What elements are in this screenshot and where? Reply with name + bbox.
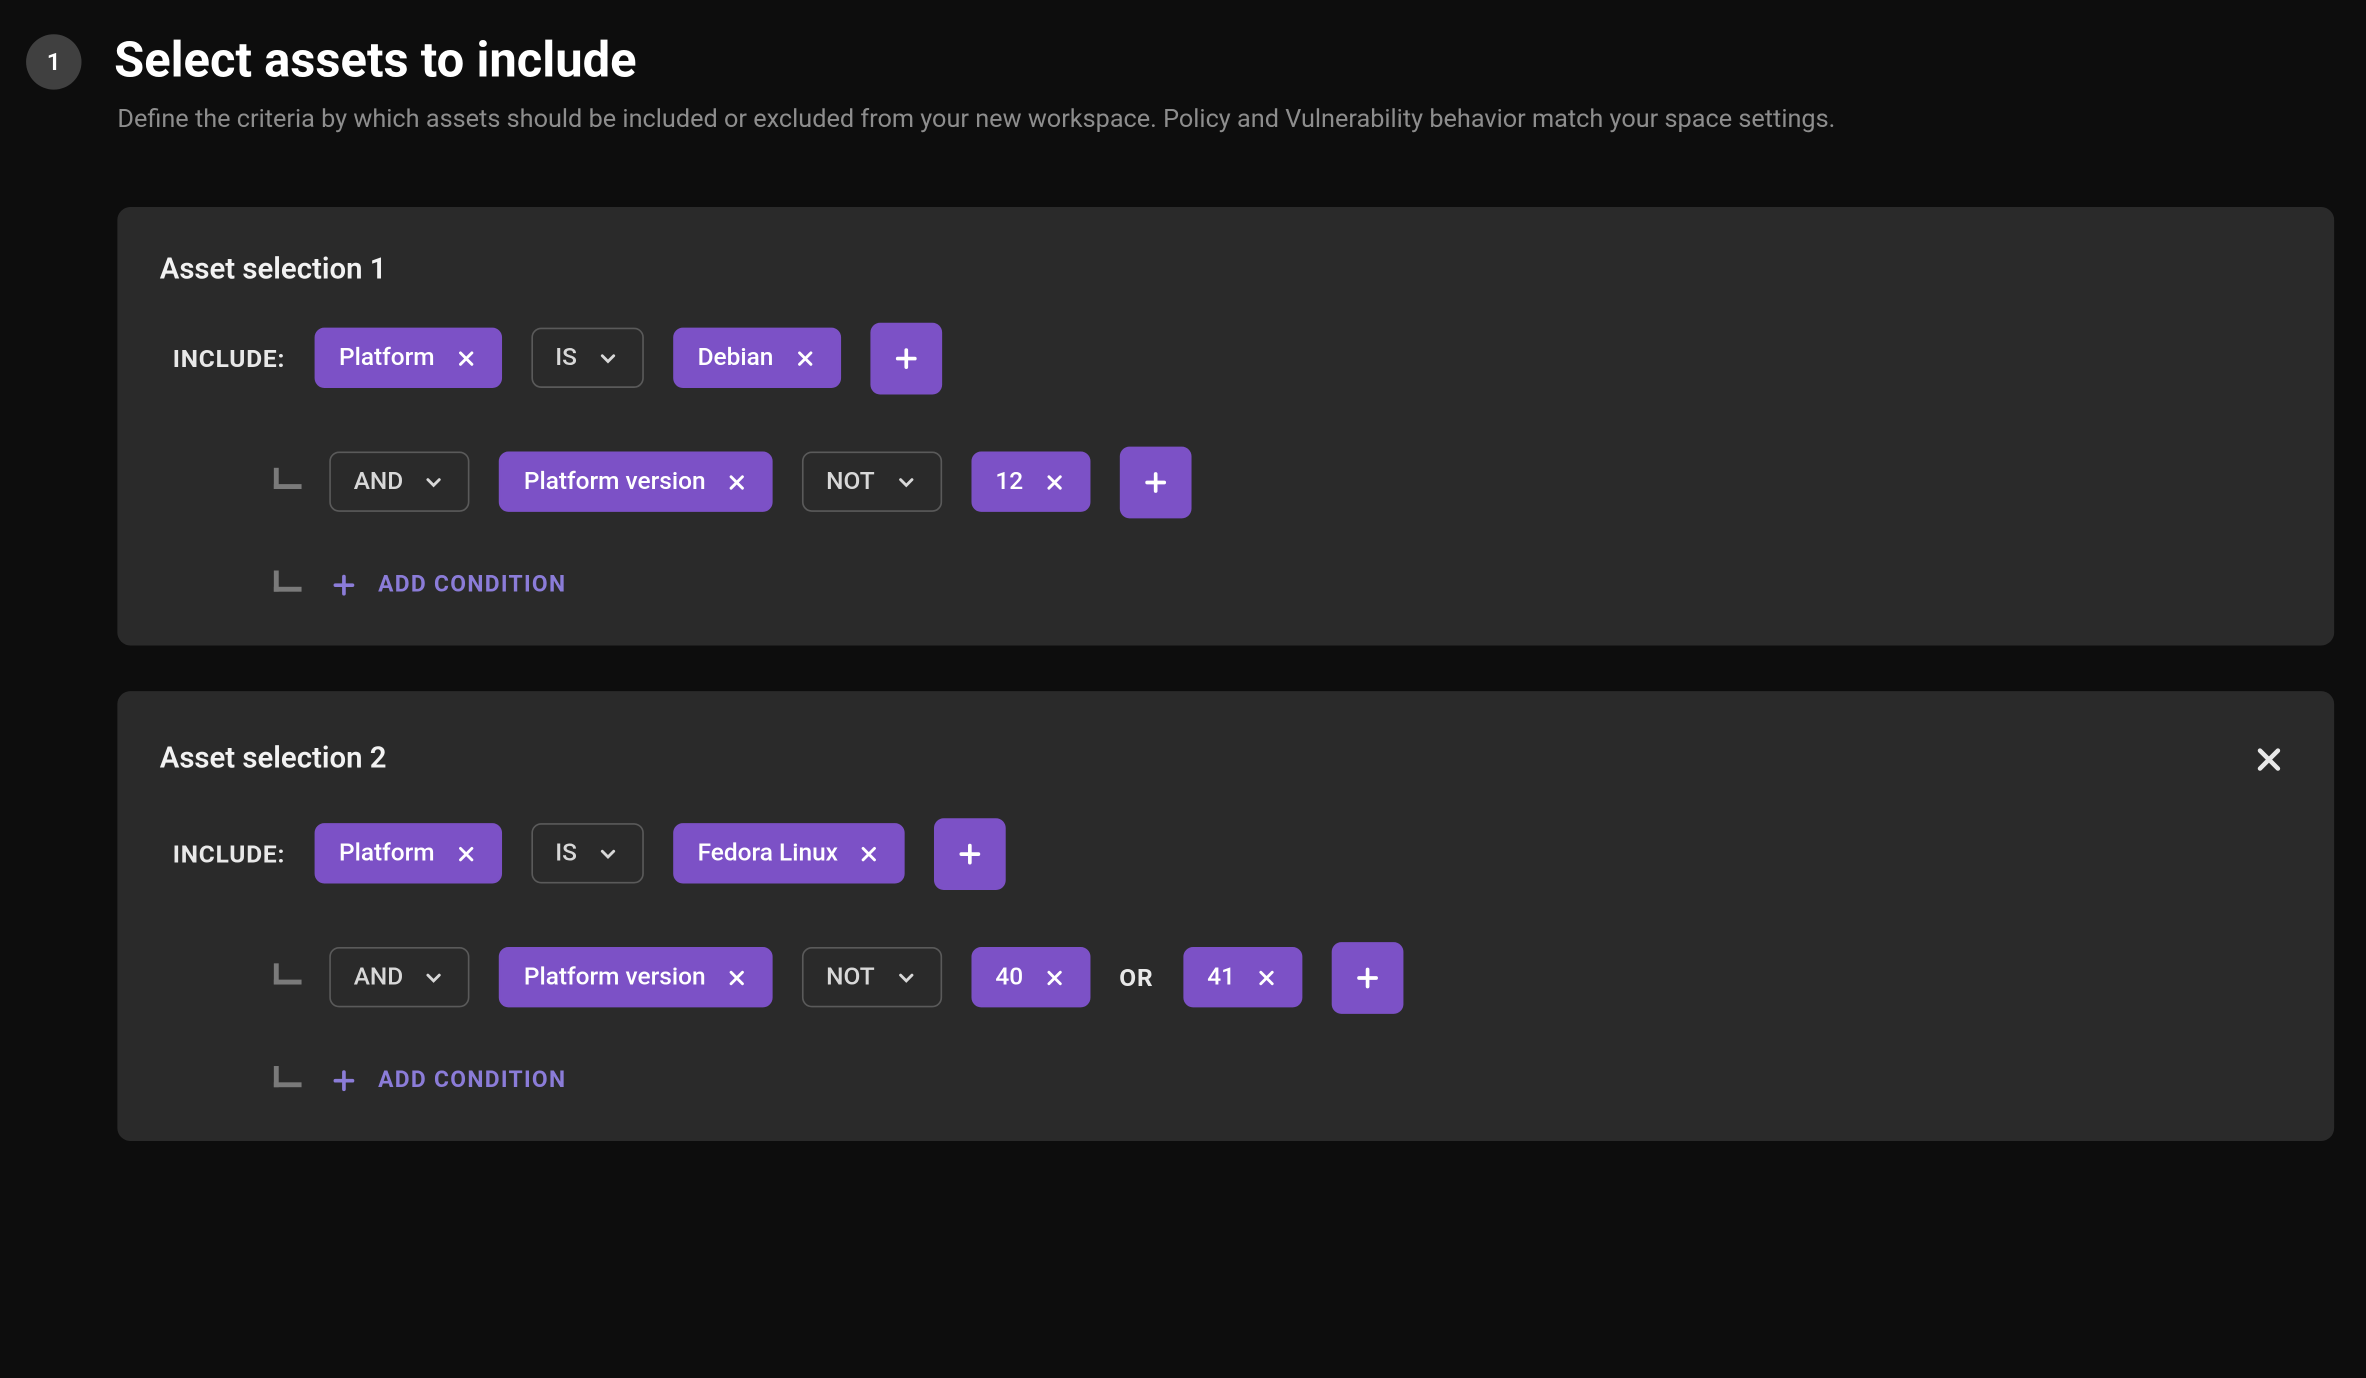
plus-icon (891, 343, 920, 372)
close-icon[interactable] (454, 347, 477, 370)
condition-operator-select[interactable]: NOT (802, 947, 942, 1007)
condition-value-chip[interactable]: 40 (971, 947, 1090, 1007)
close-icon[interactable] (454, 842, 477, 865)
condition-value-chip[interactable]: 12 (971, 452, 1090, 512)
tree-connector-icon (271, 1066, 300, 1095)
condition-value-chip[interactable]: 41 (1183, 947, 1302, 1007)
add-condition-label: ADD CONDITION (378, 1067, 566, 1093)
add-value-button[interactable] (934, 818, 1006, 890)
condition-field-chip-label: Platform version (524, 965, 706, 989)
condition-value-chip-label: 40 (995, 965, 1023, 989)
plus-icon (329, 1066, 358, 1095)
condition-row: AND Platform version NOT 40 OR 41 (160, 942, 2292, 1014)
include-row: INCLUDE: Platform IS Debian (160, 322, 2292, 394)
value-chip-label: Debian (698, 346, 774, 370)
chevron-down-icon (894, 471, 917, 494)
close-icon[interactable] (725, 966, 748, 989)
combinator-select-label: AND (354, 470, 404, 494)
close-icon[interactable] (793, 347, 816, 370)
add-condition-value-button[interactable] (1331, 942, 1403, 1014)
plus-icon (955, 839, 984, 868)
close-icon[interactable] (858, 842, 881, 865)
page-subtitle: Define the criteria by which assets shou… (117, 103, 2366, 138)
add-condition-button[interactable]: ADD CONDITION (329, 1066, 566, 1095)
page-title: Select assets to include (114, 33, 636, 90)
value-chip[interactable]: Debian (673, 328, 840, 388)
tree-connector-icon (271, 570, 300, 599)
plus-icon (329, 570, 358, 599)
operator-select-label: IS (555, 346, 577, 370)
operator-select[interactable]: IS (531, 823, 644, 883)
value-chip-label: Fedora Linux (698, 841, 838, 865)
field-chip[interactable]: Platform (315, 823, 502, 883)
operator-select-label: IS (555, 841, 577, 865)
condition-value-chip-label: 12 (995, 470, 1023, 494)
chevron-down-icon (423, 471, 446, 494)
tree-connector-icon (271, 963, 300, 992)
add-condition-button[interactable]: ADD CONDITION (329, 570, 566, 599)
plus-icon (1140, 467, 1169, 496)
close-icon[interactable] (1043, 966, 1066, 989)
condition-operator-select-label: NOT (826, 965, 875, 989)
chevron-down-icon (423, 966, 446, 989)
add-value-button[interactable] (870, 322, 942, 394)
close-icon[interactable] (1255, 966, 1278, 989)
remove-selection-button[interactable] (2246, 736, 2292, 782)
field-chip-label: Platform (339, 346, 435, 370)
asset-selection-card: Asset selection 1 INCLUDE: Platform IS Debia… (117, 207, 2334, 645)
card-title: Asset selection 2 (160, 742, 387, 776)
card-title: Asset selection 1 (160, 252, 387, 286)
condition-row: AND Platform version NOT 12 (160, 446, 2292, 518)
combinator-select-label: AND (354, 965, 404, 989)
condition-operator-select[interactable]: NOT (802, 452, 942, 512)
add-condition-row: ADD CONDITION (160, 570, 2292, 599)
operator-select[interactable]: IS (531, 328, 644, 388)
chevron-down-icon (597, 347, 620, 370)
close-icon[interactable] (725, 471, 748, 494)
asset-selection-card: Asset selection 2 INCLUDE: Platform IS Fedor… (117, 691, 2334, 1141)
add-condition-value-button[interactable] (1119, 446, 1191, 518)
condition-field-chip[interactable]: Platform version (499, 947, 772, 1007)
chevron-down-icon (597, 842, 620, 865)
include-label: INCLUDE: (173, 343, 285, 372)
include-label: INCLUDE: (173, 839, 285, 868)
add-condition-row: ADD CONDITION (160, 1066, 2292, 1095)
field-chip-label: Platform (339, 841, 435, 865)
joiner-label: OR (1119, 963, 1153, 992)
add-condition-label: ADD CONDITION (378, 572, 566, 598)
step-badge: 1 (26, 33, 81, 88)
field-chip[interactable]: Platform (315, 328, 502, 388)
include-row: INCLUDE: Platform IS Fedora Linux (160, 818, 2292, 890)
condition-operator-select-label: NOT (826, 470, 875, 494)
close-icon[interactable] (1043, 471, 1066, 494)
condition-value-chip-label: 41 (1207, 965, 1235, 989)
tree-connector-icon (271, 467, 300, 496)
condition-field-chip-label: Platform version (524, 470, 706, 494)
value-chip[interactable]: Fedora Linux (673, 823, 905, 883)
chevron-down-icon (894, 966, 917, 989)
plus-icon (1352, 963, 1381, 992)
condition-field-chip[interactable]: Platform version (499, 452, 772, 512)
